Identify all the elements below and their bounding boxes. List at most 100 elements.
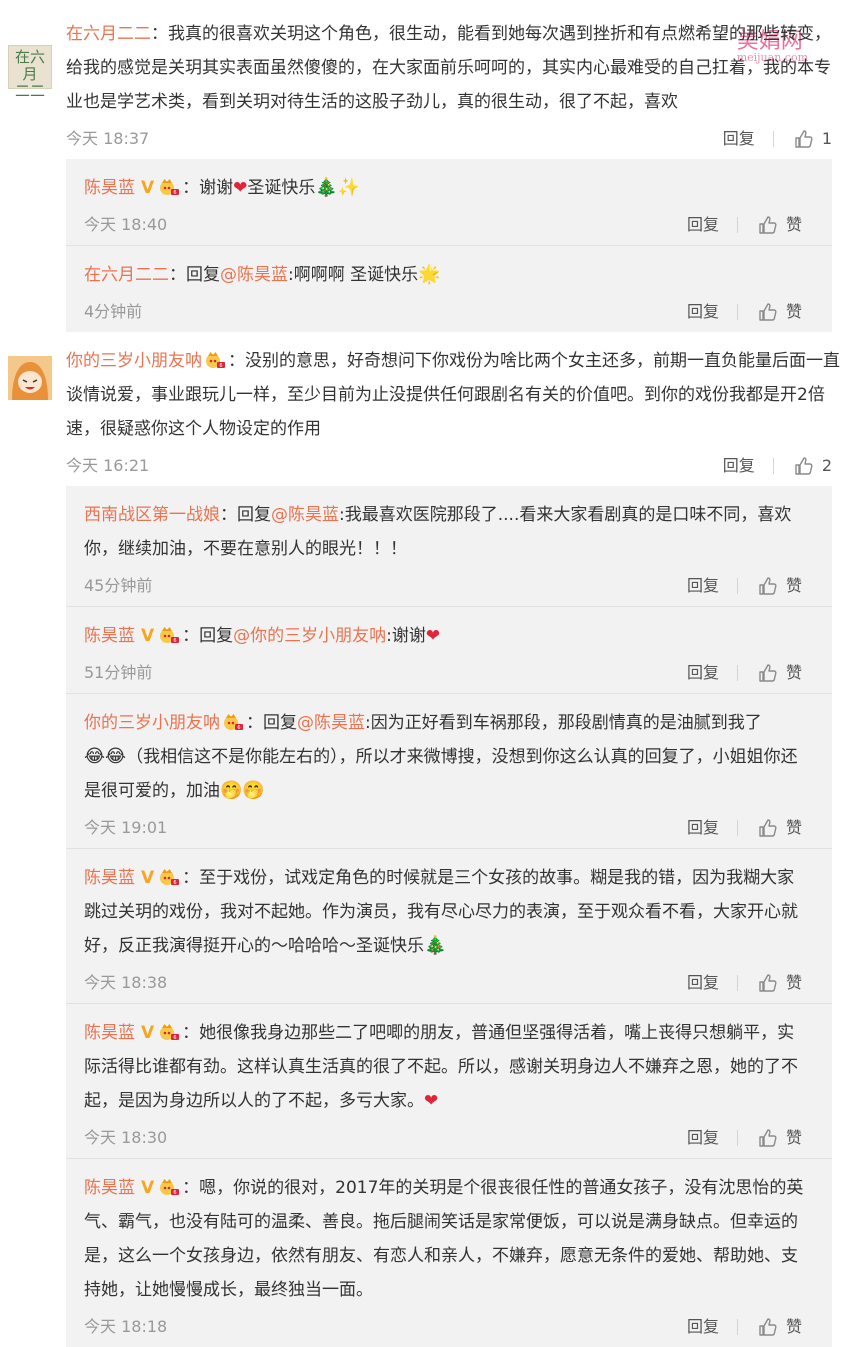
reply-username[interactable]: 陈昊蓝 xyxy=(84,868,135,888)
reply-text: 陈昊蓝 V ：谢谢❤圣诞快乐🎄✨ xyxy=(84,159,832,205)
avatar[interactable]: 在六月二二 xyxy=(8,45,52,100)
reply-list: 西南战区第一战娘：回复@陈昊蓝:我最喜欢医院那段了....看来大家看剧真的是口味… xyxy=(66,486,832,1347)
reply-item: 陈昊蓝 V ：回复@你的三岁小朋友呐:谢谢❤ 51分钟前 回复 赞 xyxy=(66,607,832,694)
divider xyxy=(736,975,738,991)
crown-badge-icon xyxy=(158,868,180,886)
verified-v-icon: V xyxy=(141,178,155,198)
reply-username[interactable]: 陈昊蓝 xyxy=(84,1178,135,1198)
reply-text: 你的三岁小朋友呐 ：回复@陈昊蓝:因为正好看到车祸那段，那段剧情真的是油腻到我了 😂… xyxy=(84,694,832,808)
reply-time: 今天 18:18 xyxy=(84,1317,168,1336)
christmas-tree-icon: 🎄 xyxy=(424,935,447,956)
reply-meta: 51分钟前 回复 赞 xyxy=(84,653,832,693)
comment-item: 在六月二二 在六月二二：我真的很喜欢关玥这个角色，很生动，能看到她每次遇到挫折和… xyxy=(0,17,860,332)
reply-button[interactable]: 回复 xyxy=(687,653,719,693)
reply-time: 今天 18:38 xyxy=(84,973,168,992)
comment-username[interactable]: 你的三岁小朋友呐 xyxy=(66,351,202,371)
reply-text: 陈昊蓝 V ：她很像我身边那些二了吧唧的朋友，普通但坚强得活着，嘴上丧得只想躺平，实… xyxy=(84,1004,832,1118)
heart-icon: ❤ xyxy=(233,178,248,198)
reply-username[interactable]: 在六月二二 xyxy=(84,265,169,285)
mention-link[interactable]: @陈昊蓝 xyxy=(271,505,339,525)
divider xyxy=(736,820,738,836)
divider xyxy=(736,304,738,320)
verified-v-icon: V xyxy=(141,1178,155,1198)
reply-button[interactable]: 回复 xyxy=(687,292,719,332)
reply-text: 西南战区第一战娘：回复@陈昊蓝:我最喜欢医院那段了....看来大家看剧真的是口味… xyxy=(84,505,792,559)
like-button[interactable]: 赞 xyxy=(786,205,802,245)
crown-badge-icon xyxy=(158,626,180,644)
reply-time: 今天 18:30 xyxy=(84,1128,168,1147)
star-icon: 🌟 xyxy=(418,264,441,285)
divider xyxy=(736,665,738,681)
reply-button[interactable]: 回复 xyxy=(723,119,755,159)
reply-username[interactable]: 陈昊蓝 xyxy=(84,626,135,646)
comment-time: 今天 18:37 xyxy=(66,129,150,148)
reply-time: 45分钟前 xyxy=(84,576,153,595)
thumb-up-icon[interactable] xyxy=(758,576,778,596)
comment-text: 在六月二二：我真的很喜欢关玥这个角色，很生动，能看到她每次遇到挫折和有点燃希望的… xyxy=(66,24,831,112)
comment-username[interactable]: 在六月二二 xyxy=(66,24,151,44)
like-button[interactable]: 赞 xyxy=(786,292,802,332)
reply-button[interactable]: 回复 xyxy=(723,446,755,486)
thumb-up-icon[interactable] xyxy=(794,456,814,476)
reply-button[interactable]: 回复 xyxy=(687,1307,719,1347)
mention-link[interactable]: @陈昊蓝 xyxy=(297,713,365,733)
crown-badge-icon xyxy=(222,713,244,731)
reply-meta: 4分钟前 回复 赞 xyxy=(84,292,832,332)
reply-username[interactable]: 西南战区第一战娘 xyxy=(84,505,220,525)
avatar[interactable] xyxy=(8,356,52,400)
reply-text: 陈昊蓝 V ：回复@你的三岁小朋友呐:谢谢❤ xyxy=(84,607,832,653)
thumb-up-icon[interactable] xyxy=(758,973,778,993)
reply-button[interactable]: 回复 xyxy=(687,566,719,606)
verified-v-icon: V xyxy=(141,1023,155,1043)
reply-item: 陈昊蓝 V ：谢谢❤圣诞快乐🎄✨ 今天 18:40 回复 赞 xyxy=(66,159,832,246)
like-button[interactable]: 赞 xyxy=(786,566,802,606)
crown-badge-icon xyxy=(158,178,180,196)
laughing-tears-icon: 😂😂 xyxy=(84,746,127,767)
thumb-up-icon[interactable] xyxy=(794,129,814,149)
cheer-face-icon: 🤭🤭 xyxy=(220,780,265,801)
reply-button[interactable]: 回复 xyxy=(687,205,719,245)
thumb-up-icon[interactable] xyxy=(758,663,778,683)
reply-button[interactable]: 回复 xyxy=(687,963,719,1003)
reply-meta: 今天 18:38 回复 赞 xyxy=(84,963,832,1003)
like-button[interactable]: 赞 xyxy=(786,1118,802,1158)
divider xyxy=(772,458,774,474)
like-button[interactable]: 赞 xyxy=(786,808,802,848)
reply-meta: 今天 18:30 回复 赞 xyxy=(84,1118,832,1158)
verified-v-icon: V xyxy=(141,626,155,646)
like-count: 2 xyxy=(821,456,832,475)
reply-meta: 今天 18:40 回复 赞 xyxy=(84,205,832,245)
reply-time: 4分钟前 xyxy=(84,302,143,321)
mention-link[interactable]: @你的三岁小朋友呐 xyxy=(233,626,386,646)
christmas-tree-icon: 🎄 xyxy=(315,177,338,198)
thumb-up-icon[interactable] xyxy=(758,818,778,838)
sparkles-icon: ✨ xyxy=(337,177,361,198)
heart-icon: ❤ xyxy=(424,1091,439,1111)
crown-badge-icon xyxy=(158,1178,180,1196)
thumb-up-icon[interactable] xyxy=(758,302,778,322)
like-count: 1 xyxy=(821,129,832,148)
reply-username[interactable]: 陈昊蓝 xyxy=(84,1023,135,1043)
like-button[interactable]: 赞 xyxy=(786,653,802,693)
mention-link[interactable]: @陈昊蓝 xyxy=(220,265,288,285)
comment-text: 你的三岁小朋友呐 ：没别的意思，好奇想问下你戏份为啥比两个女主还多，前期一直负能量… xyxy=(66,351,840,439)
comment-meta: 今天 18:37 回复 1 xyxy=(66,119,846,159)
heart-icon: ❤ xyxy=(425,626,441,646)
thumb-up-icon[interactable] xyxy=(758,1317,778,1337)
reply-meta: 今天 19:01 回复 赞 xyxy=(84,808,832,848)
reply-button[interactable]: 回复 xyxy=(687,808,719,848)
like-button[interactable]: 赞 xyxy=(786,1307,802,1347)
thumb-up-icon[interactable] xyxy=(758,1128,778,1148)
comment-time: 今天 16:21 xyxy=(66,456,150,475)
reply-time: 今天 18:40 xyxy=(84,215,168,234)
divider xyxy=(736,1319,738,1335)
reply-username[interactable]: 陈昊蓝 xyxy=(84,178,135,198)
reply-button[interactable]: 回复 xyxy=(687,1118,719,1158)
thumb-up-icon[interactable] xyxy=(758,215,778,235)
like-button[interactable]: 赞 xyxy=(786,963,802,1003)
reply-username[interactable]: 你的三岁小朋友呐 xyxy=(84,713,220,733)
divider xyxy=(736,1130,738,1146)
reply-meta: 今天 18:18 回复 赞 xyxy=(84,1307,832,1347)
reply-item: 你的三岁小朋友呐 ：回复@陈昊蓝:因为正好看到车祸那段，那段剧情真的是油腻到我了 😂… xyxy=(66,694,832,849)
divider xyxy=(736,217,738,233)
